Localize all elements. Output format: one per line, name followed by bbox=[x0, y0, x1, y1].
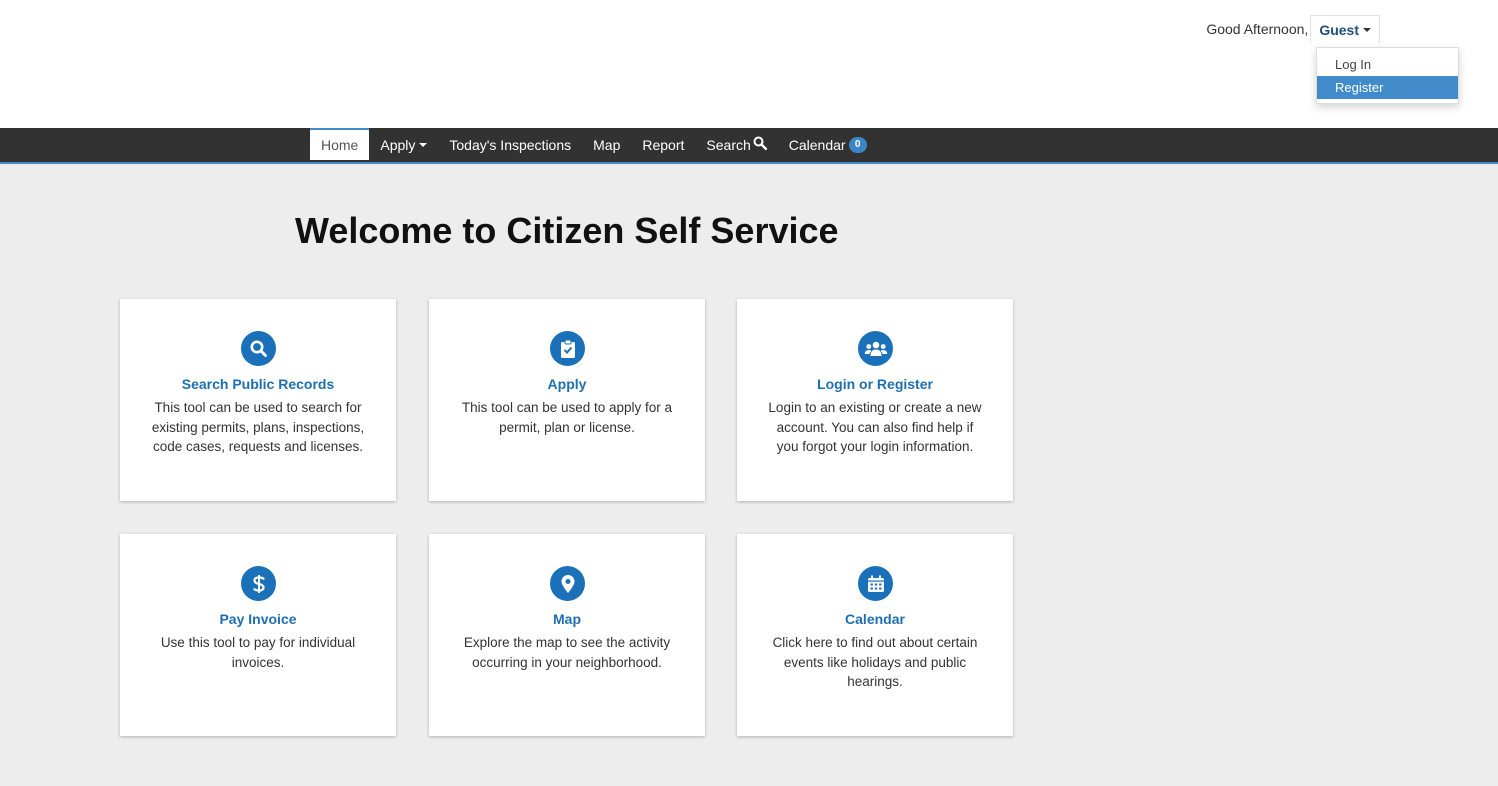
card-description: This tool can be used to apply for a per… bbox=[461, 400, 673, 435]
card-title: Map bbox=[553, 611, 581, 627]
card-description: This tool can be used to search for exis… bbox=[151, 400, 365, 454]
card-pay-invoice[interactable]: Pay Invoice Use this tool to pay for ind… bbox=[120, 534, 396, 736]
card-description: Click here to find out about certain eve… bbox=[772, 635, 978, 689]
card-title: Apply bbox=[547, 376, 587, 392]
nav-item-home[interactable]: Home bbox=[310, 128, 370, 160]
nav-item-map[interactable]: Map bbox=[582, 128, 631, 161]
card-title: Login or Register bbox=[817, 376, 933, 392]
card-login-register[interactable]: Login or Register Login to an existing o… bbox=[737, 299, 1013, 501]
nav-item-search[interactable]: Search bbox=[695, 128, 777, 161]
search-icon bbox=[753, 136, 767, 153]
nav-item-report[interactable]: Report bbox=[631, 128, 695, 161]
card-title: Calendar bbox=[845, 611, 905, 627]
nav-item-calendar-label: Calendar bbox=[788, 136, 846, 153]
map-pin-icon bbox=[550, 566, 585, 601]
nav-list: Home Apply Today's Inspections Map Repor… bbox=[310, 128, 878, 162]
calendar-count-badge: 0 bbox=[848, 136, 867, 153]
nav-item-todays-inspections[interactable]: Today's Inspections bbox=[438, 128, 582, 161]
chevron-down-icon bbox=[1363, 27, 1371, 32]
card-search-public-records[interactable]: Search Public Records This tool can be u… bbox=[120, 299, 396, 501]
user-dropdown-menu: Log In Register bbox=[1316, 47, 1459, 104]
nav-item-apply-label: Apply bbox=[380, 136, 416, 153]
users-icon bbox=[858, 331, 893, 366]
chevron-down-icon bbox=[419, 142, 428, 147]
register-menu-item[interactable]: Register bbox=[1317, 76, 1458, 99]
user-greeting: Good Afternoon, Guest bbox=[1206, 15, 1380, 43]
user-name: Guest bbox=[1319, 21, 1359, 38]
nav-item-calendar[interactable]: Calendar 0 bbox=[778, 128, 878, 161]
main-navbar: Home Apply Today's Inspections Map Repor… bbox=[0, 128, 1498, 164]
greeting-text: Good Afternoon, bbox=[1206, 21, 1309, 37]
card-map[interactable]: Map Explore the map to see the activity … bbox=[429, 534, 705, 736]
card-title: Pay Invoice bbox=[219, 611, 297, 627]
page-title: Welcome to Citizen Self Service bbox=[295, 210, 839, 251]
card-apply[interactable]: Apply This tool can be used to apply for… bbox=[429, 299, 705, 501]
clipboard-check-icon bbox=[550, 331, 585, 366]
nav-item-apply[interactable]: Apply bbox=[369, 128, 438, 161]
login-menu-item[interactable]: Log In bbox=[1317, 53, 1458, 76]
card-description: Use this tool to pay for individual invo… bbox=[160, 635, 356, 670]
card-calendar[interactable]: Calendar Click here to find out about ce… bbox=[737, 534, 1013, 736]
search-icon bbox=[241, 331, 276, 366]
nav-item-search-label: Search bbox=[706, 136, 751, 153]
user-menu-button[interactable]: Guest bbox=[1310, 15, 1380, 43]
card-title: Search Public Records bbox=[181, 376, 335, 392]
card-description: Login to an existing or create a new acc… bbox=[768, 400, 982, 454]
dollar-icon bbox=[241, 566, 276, 601]
card-description: Explore the map to see the activity occu… bbox=[463, 635, 671, 670]
calendar-icon bbox=[858, 566, 893, 601]
site-header: Good Afternoon, Guest bbox=[0, 0, 1498, 128]
